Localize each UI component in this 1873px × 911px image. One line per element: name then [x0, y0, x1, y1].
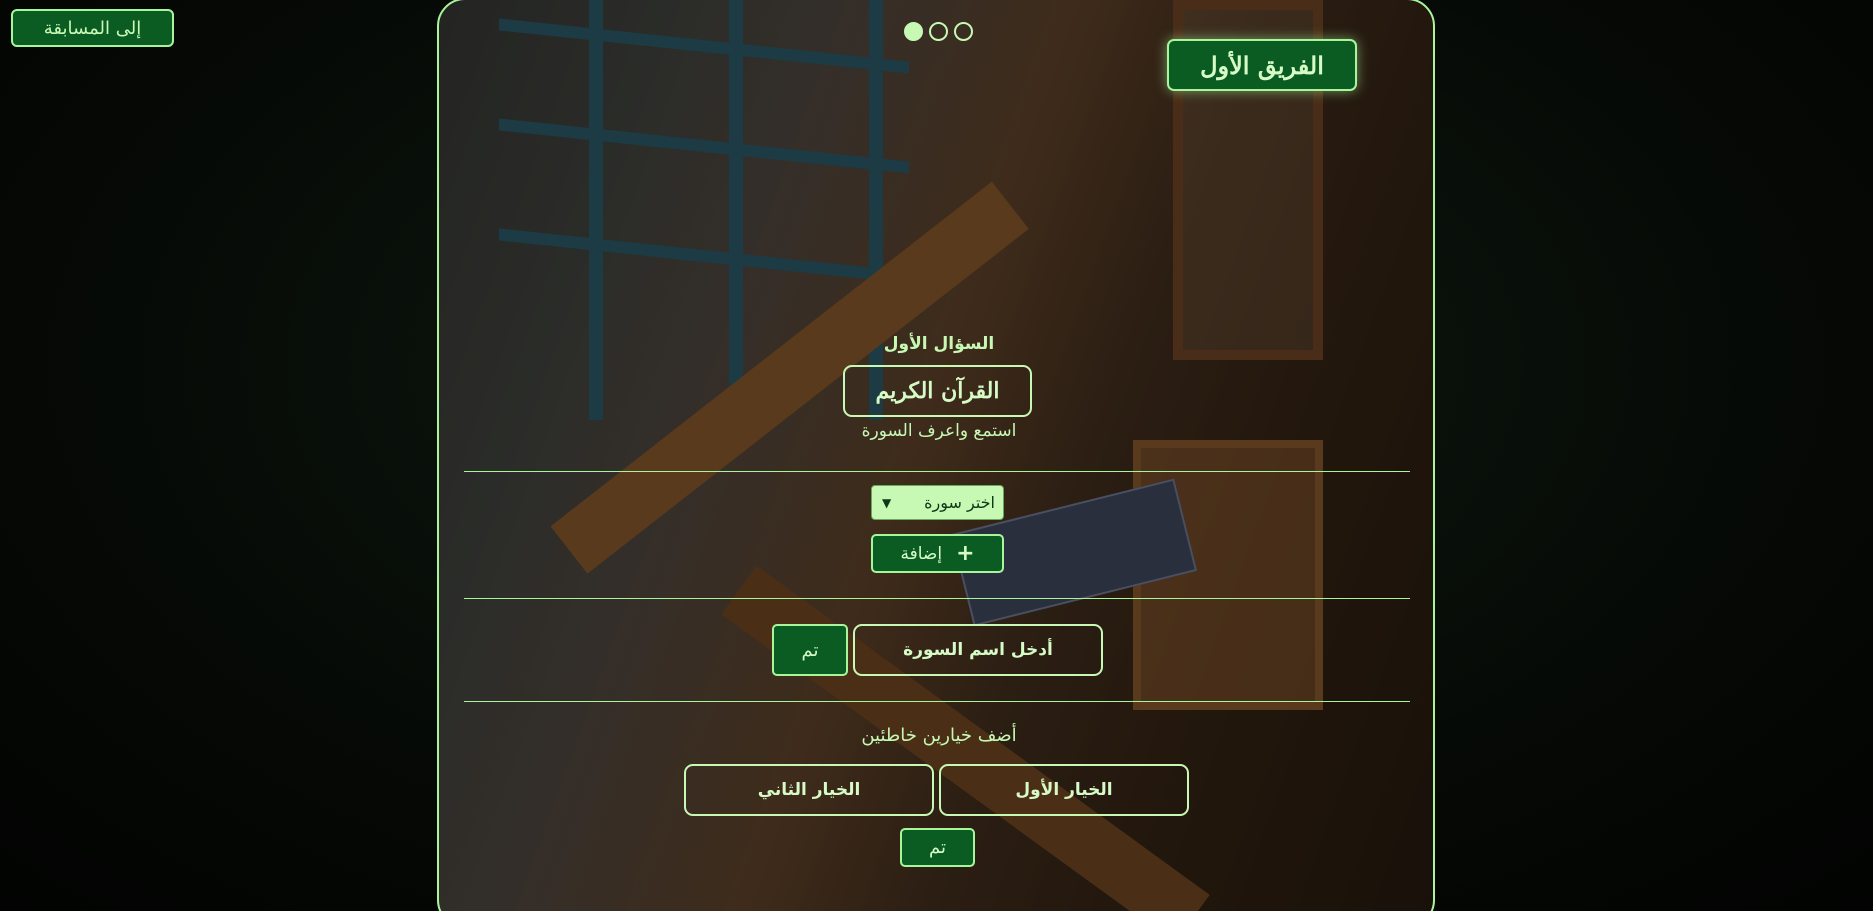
- first-option-field[interactable]: الخيار الأول: [939, 764, 1189, 816]
- confirm-answer-button[interactable]: تم: [772, 624, 848, 676]
- surah-name-input[interactable]: أدخل اسم السورة: [853, 624, 1103, 676]
- divider: [464, 701, 1410, 702]
- pagination-dot-1[interactable]: [904, 22, 923, 41]
- divider: [464, 598, 1410, 599]
- back-to-competition-button[interactable]: إلى المسابقة: [11, 9, 174, 47]
- confirm-options-button[interactable]: تم: [900, 828, 975, 867]
- team-name-badge: الفريق الأول: [1167, 39, 1357, 91]
- add-button[interactable]: إضافة +: [871, 534, 1004, 573]
- question-panel: الفريق الأول السؤال الأول القرآن الكريم …: [437, 0, 1435, 911]
- second-option-field[interactable]: الخيار الثاني: [684, 764, 934, 816]
- question-category: القرآن الكريم: [843, 365, 1032, 417]
- wrong-options-title: أضف خيارين خاطئين: [861, 725, 1017, 746]
- surah-select[interactable]: ▼ اختر سورة: [871, 485, 1004, 520]
- question-label: السؤال الأول: [883, 334, 995, 354]
- pagination-dot-2[interactable]: [929, 22, 948, 41]
- surah-select-value: اختر سورة: [924, 493, 995, 512]
- pagination-dot-3[interactable]: [954, 22, 973, 41]
- plus-icon: +: [956, 541, 975, 566]
- chevron-down-icon: ▼: [882, 495, 892, 510]
- divider: [464, 471, 1410, 472]
- pagination-dots: [904, 22, 973, 41]
- add-button-label: إضافة: [900, 543, 943, 564]
- question-hint: استمع واعرف السورة: [861, 421, 1017, 441]
